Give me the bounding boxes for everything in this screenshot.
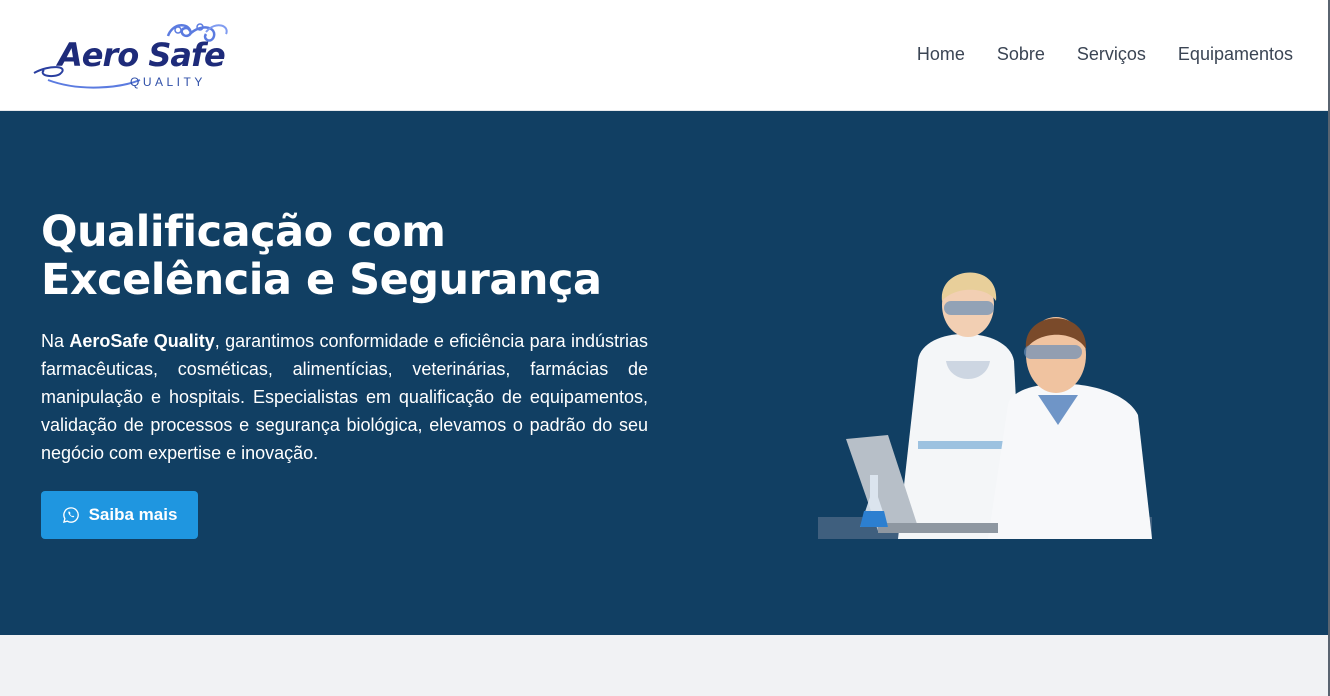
hero-title-line-2: Excelência e Segurança xyxy=(41,255,602,305)
hero-section: Qualificação com Excelência e Segurança … xyxy=(0,111,1330,635)
aerosafe-logo[interactable]: Aero Safe QUALITY xyxy=(30,18,235,98)
hero-description: Na AeroSafe Quality, garantimos conformi… xyxy=(41,327,648,467)
nav-item-equipamentos[interactable]: Equipamentos xyxy=(1178,44,1293,65)
hero-text-prefix: Na xyxy=(41,331,70,351)
hero-title-line-1: Qualificação com xyxy=(41,207,446,257)
saiba-mais-button[interactable]: Saiba mais xyxy=(41,491,198,539)
site-header: Aero Safe QUALITY Home Sobre Serviços Eq… xyxy=(0,0,1330,111)
logo-tagline: QUALITY xyxy=(130,75,206,89)
nav-item-servicos[interactable]: Serviços xyxy=(1077,44,1146,65)
hero-title: Qualificação com Excelência e Segurança xyxy=(41,208,681,304)
main-nav: Home Sobre Serviços Equipamentos xyxy=(917,44,1293,65)
nav-item-home[interactable]: Home xyxy=(917,44,965,65)
nav-item-sobre[interactable]: Sobre xyxy=(997,44,1045,65)
logo-wordmark: Aero Safe xyxy=(58,36,226,74)
whatsapp-icon xyxy=(62,507,79,523)
scientists-illustration xyxy=(818,272,1152,539)
saiba-mais-label: Saiba mais xyxy=(88,505,178,524)
hero-text-brand: AeroSafe Quality xyxy=(69,331,215,351)
next-section xyxy=(0,635,1330,696)
